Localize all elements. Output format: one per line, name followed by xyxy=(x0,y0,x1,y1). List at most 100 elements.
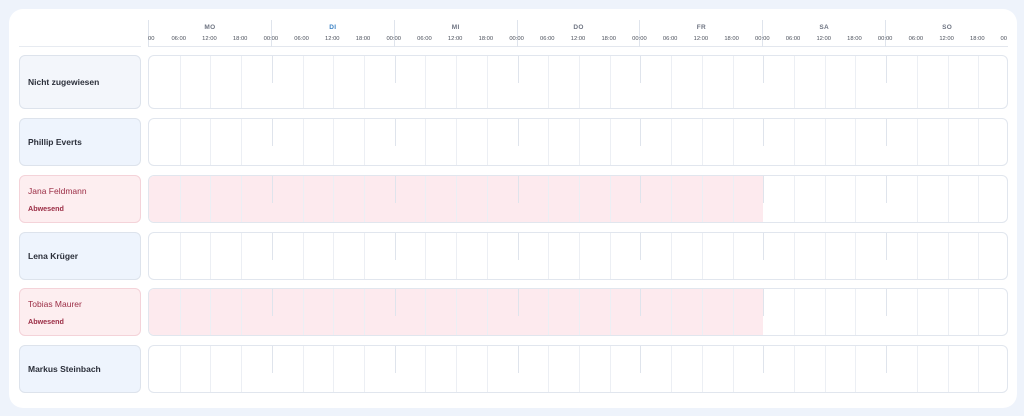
day-label[interactable]: FR xyxy=(640,24,762,31)
day-label[interactable]: SO xyxy=(886,24,1008,31)
slot-divider xyxy=(947,289,949,335)
hour-tick-label: 18:00 xyxy=(970,36,985,42)
slot-divider xyxy=(794,56,795,108)
hour-tick-label: 00 xyxy=(1000,36,1007,42)
slot-divider xyxy=(241,289,243,335)
timeline-row[interactable] xyxy=(148,232,1008,280)
slot-divider xyxy=(425,119,427,165)
slot-divider xyxy=(671,176,673,222)
slot-divider xyxy=(947,119,949,165)
slot-divider xyxy=(855,346,857,392)
slot-divider xyxy=(732,176,734,222)
slot-divider xyxy=(364,233,365,279)
day-divider xyxy=(640,56,642,83)
slot-divider xyxy=(609,233,611,279)
slot-divider xyxy=(855,119,857,165)
resource-label[interactable]: Phillip Everts xyxy=(19,118,141,166)
resource-label[interactable]: Markus Steinbach xyxy=(19,345,141,393)
hour-tick-label: 12:00 xyxy=(816,36,831,42)
slot-divider xyxy=(333,289,335,335)
slot-divider xyxy=(333,233,335,279)
slot-divider xyxy=(179,119,181,165)
timeline-row[interactable] xyxy=(148,288,1008,336)
slot-divider xyxy=(425,289,427,335)
hour-tick-label: 00:00 xyxy=(386,36,401,42)
slot-divider xyxy=(609,56,611,108)
slot-divider xyxy=(333,346,335,392)
hour-tick-label: 06:00 xyxy=(662,36,678,42)
slot-divider xyxy=(671,233,673,279)
slot-divider xyxy=(456,56,458,108)
slot-divider xyxy=(241,56,243,108)
timeline-row[interactable] xyxy=(148,55,1008,109)
day-divider xyxy=(394,56,396,83)
slot-divider xyxy=(671,289,673,335)
resource-name: Markus Steinbach xyxy=(28,364,101,374)
slot-divider xyxy=(671,346,673,392)
absence-status: Abwesend xyxy=(28,316,64,326)
day-column-di: DI xyxy=(270,20,394,47)
slot-divider xyxy=(978,176,980,222)
resource-label[interactable]: Tobias Maurer Abwesend xyxy=(19,288,141,336)
slot-divider xyxy=(302,119,304,165)
slot-divider xyxy=(579,233,580,279)
resource-label[interactable]: Lena Krüger xyxy=(19,232,141,280)
slot-divider xyxy=(855,176,857,222)
resource-label[interactable]: Nicht zugewiesen xyxy=(19,55,141,109)
slot-divider xyxy=(701,56,703,108)
slot-divider xyxy=(486,289,488,335)
slot-divider xyxy=(179,233,181,279)
slot-divider xyxy=(548,119,550,165)
slot-divider xyxy=(671,56,673,108)
hour-tick-label: 18:00 xyxy=(478,36,494,42)
day-column-do: DO xyxy=(516,20,640,47)
slot-divider xyxy=(425,56,427,108)
slot-divider xyxy=(732,56,734,108)
hour-tick-label: 00:00 xyxy=(755,36,770,42)
slot-divider xyxy=(210,233,212,279)
slot-divider xyxy=(609,289,611,335)
slot-divider xyxy=(425,176,427,222)
slot-divider xyxy=(855,289,857,335)
day-divider xyxy=(763,233,765,260)
slot-divider xyxy=(241,119,243,165)
slot-divider xyxy=(579,289,580,335)
slot-divider xyxy=(947,176,949,222)
timeline-row[interactable] xyxy=(148,118,1008,166)
resource-label[interactable]: Jana Feldmann Abwesend xyxy=(19,175,141,223)
slot-divider xyxy=(947,56,949,108)
day-label[interactable]: SA xyxy=(763,24,885,31)
day-label[interactable]: DI xyxy=(272,24,394,31)
slot-divider xyxy=(579,346,580,392)
day-divider xyxy=(763,289,765,316)
day-divider xyxy=(886,233,888,260)
slot-divider xyxy=(701,346,703,392)
slot-divider xyxy=(824,119,826,165)
day-divider xyxy=(640,233,642,260)
timeline-row[interactable] xyxy=(148,345,1008,393)
day-divider xyxy=(271,56,273,83)
slot-divider xyxy=(548,176,550,222)
slot-divider xyxy=(210,289,212,335)
slot-divider xyxy=(794,289,795,335)
slot-divider xyxy=(794,233,795,279)
day-column-sa: SA xyxy=(762,20,885,47)
slot-divider xyxy=(456,346,458,392)
day-label[interactable]: MI xyxy=(395,24,517,31)
header-corner-divider xyxy=(19,46,141,47)
hour-tick-label: 18:00 xyxy=(355,36,371,42)
slot-divider xyxy=(333,56,335,108)
day-divider xyxy=(517,119,519,146)
hour-tick-label: 06:00 xyxy=(540,36,555,42)
slot-divider xyxy=(302,346,304,392)
day-label[interactable]: MO xyxy=(149,24,271,31)
slot-divider xyxy=(732,289,734,335)
slot-divider xyxy=(425,233,427,279)
day-label[interactable]: DO xyxy=(518,24,640,31)
slot-divider xyxy=(824,176,826,222)
timeline-row[interactable] xyxy=(148,175,1008,223)
day-divider xyxy=(517,56,519,83)
hour-tick-label: 06:00 xyxy=(908,36,924,42)
resource-name: Lena Krüger xyxy=(28,251,79,261)
day-divider xyxy=(394,233,396,260)
